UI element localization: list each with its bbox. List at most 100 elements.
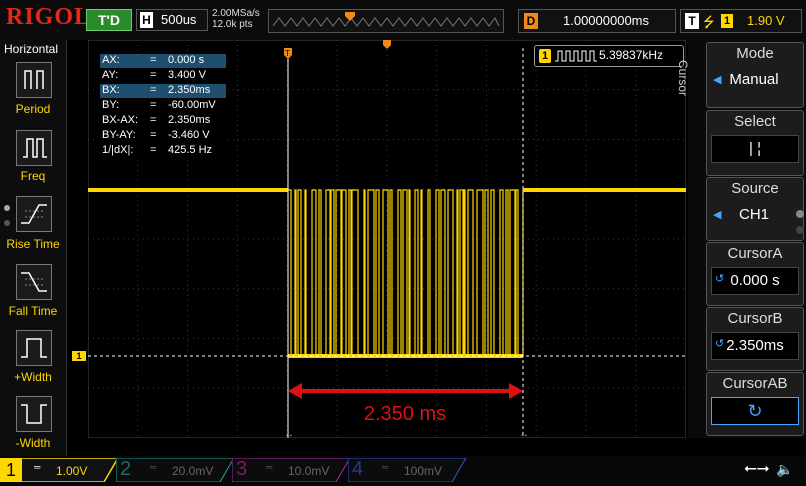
readout-name: BX: (102, 84, 120, 96)
cursorab-softkey[interactable]: CursorAB ↻ (706, 372, 804, 436)
readout-value: 0.000 s (168, 54, 205, 66)
readout-name: 1/|dX|: (102, 144, 134, 156)
channel-number: 1 (0, 458, 22, 482)
knob-icon: ↺ (715, 338, 725, 350)
memory-position-strip[interactable] (268, 9, 504, 33)
trigger-display[interactable]: T ⭍ 1 1.90 V (680, 9, 802, 33)
cycle-left-icon: ◀ (713, 209, 722, 221)
trigger-channel: 1 (721, 14, 733, 28)
channel-scale: 1.00V (56, 464, 88, 478)
readout-name: AY: (102, 69, 119, 81)
cursorab-label: CursorAB (722, 375, 788, 392)
cursorb-softkey[interactable]: CursorB ↺ 2.350ms (706, 307, 804, 371)
page-dot (4, 220, 10, 226)
cursor-readout: AX: = 0.000 s AY: = 3.400 V BX: = 2.350ms BY: = -60… (98, 53, 228, 159)
frequency-counter: 1 5.39837kHz (534, 45, 684, 67)
readout-eq: = (150, 144, 157, 156)
trigger-key: T (685, 13, 699, 29)
sample-rate: 2.00MSa/s (212, 8, 260, 19)
delay-value: 1.00000000ms (563, 13, 650, 28)
neg-width-icon[interactable] (16, 396, 52, 432)
select-value: | ¦ (711, 135, 799, 163)
pos-width-label[interactable]: +Width (0, 370, 66, 384)
cursor-readout-row: AY: = 3.400 V (100, 69, 226, 83)
trigger-status-badge: T'D (86, 9, 132, 31)
readout-value: -3.460 V (168, 129, 210, 141)
readout-value: 425.5 Hz (168, 144, 213, 156)
dc-coupling-icon: ═ (150, 462, 157, 472)
trigger-position-marker (345, 12, 355, 21)
readout-name: AX: (102, 54, 120, 66)
usb-icon: ⭠⭢ (744, 460, 770, 477)
mode-softkey[interactable]: Mode ◀ Manual (706, 42, 804, 108)
readout-value: -60.00mV (168, 99, 216, 111)
rising-edge-icon: ⭍ (703, 14, 715, 30)
page-dot (796, 210, 804, 218)
trigger-level: 1.90 V (747, 13, 785, 28)
delay-display[interactable]: D 1.00000000ms (518, 9, 676, 33)
cursorb-value: 2.350ms (726, 337, 784, 354)
speaker-icon[interactable]: 🔈 (776, 461, 800, 479)
period-label[interactable]: Period (0, 102, 66, 116)
select-softkey[interactable]: Select | ¦ (706, 110, 804, 176)
channel-number: 3 (236, 458, 248, 480)
channel-number: 4 (352, 458, 364, 480)
dc-coupling-icon: ═ (266, 462, 273, 472)
select-label: Select (734, 113, 776, 130)
channel-2-tab[interactable]: 2 ═ 20.0mV (116, 458, 234, 482)
period-icon[interactable] (16, 62, 52, 98)
channel-4-tab[interactable]: 4 ═ 100mV (348, 458, 466, 482)
readout-name: BY-AY: (102, 129, 136, 141)
cursor-readout-row: BY-AY: = -3.460 V (100, 129, 226, 143)
rise-time-icon[interactable] (16, 196, 52, 232)
fall-time-label[interactable]: Fall Time (0, 304, 66, 318)
fall-time-icon[interactable] (16, 264, 52, 300)
cursora-label: CursorA (727, 245, 783, 262)
readout-eq: = (150, 114, 157, 126)
cursor-readout-row: BY: = -60.00mV (100, 99, 226, 113)
memory-depth: 12.0k pts (212, 19, 253, 30)
knob-icon: ↺ (715, 273, 725, 285)
freq-label[interactable]: Freq (0, 169, 66, 183)
channel-scale: 10.0mV (288, 464, 330, 478)
rise-time-label[interactable]: Rise Time (0, 237, 66, 251)
timebase-value: 500us (161, 12, 197, 27)
freq-icon[interactable] (16, 130, 52, 166)
dc-coupling-icon: ═ (34, 462, 41, 472)
square-wave-icon (555, 50, 597, 62)
readout-value: 3.400 V (168, 69, 206, 81)
source-label: Source (731, 180, 779, 197)
mode-value: Manual (729, 71, 779, 88)
channel-scale: 100mV (404, 464, 443, 478)
readout-name: BX-AX: (102, 114, 139, 126)
menu-title: Cursor (676, 60, 690, 97)
delay-key: D (524, 13, 538, 29)
channel-number: 2 (120, 458, 132, 480)
dc-coupling-icon: ═ (382, 462, 389, 472)
channel-1-tab[interactable]: 1 ═ 1.00V (0, 458, 118, 482)
readout-eq: = (150, 99, 157, 111)
readout-value: 2.350ms (168, 84, 211, 96)
svg-text:T: T (285, 49, 290, 58)
counter-channel: 1 (539, 49, 551, 63)
page-dot (4, 205, 10, 211)
readout-value: 2.350ms (168, 114, 211, 126)
neg-width-label[interactable]: -Width (0, 436, 66, 450)
cursora-value: 0.000 s (730, 272, 780, 289)
channel-scale: 20.0mV (172, 464, 214, 478)
ch1-offset-marker[interactable]: 1 (72, 351, 86, 361)
cursora-softkey[interactable]: CursorA ↺ 0.000 s (706, 242, 804, 306)
source-softkey[interactable]: Source ◀ CH1 (706, 177, 804, 241)
measure-panel-title: Horizontal (4, 42, 59, 56)
pos-width-icon[interactable] (16, 330, 52, 366)
counter-value: 5.39837kHz (599, 48, 664, 62)
memory-waveform-icon (272, 12, 500, 27)
cursor-b-handle-icon: ↔ (519, 429, 529, 438)
page-dot (796, 226, 804, 234)
channel-3-tab[interactable]: 3 ═ 10.0mV (232, 458, 350, 482)
knob-icon: ↻ (711, 397, 799, 425)
timebase-display[interactable]: H 500us (136, 9, 208, 31)
acquisition-info: 2.00MSa/s 12.0k pts (212, 8, 260, 30)
cursor-a-handle-icon: ↔ (284, 429, 294, 438)
readout-name: BY: (102, 99, 120, 111)
